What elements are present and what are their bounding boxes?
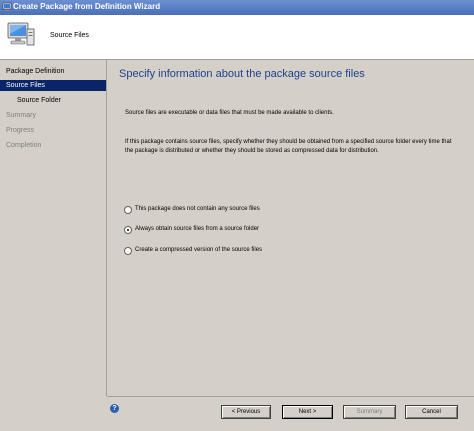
page-description: Source files are executable or data file… (125, 110, 334, 116)
wizard-window: Create Package from Definition Wizard So… (0, 0, 474, 431)
next-button[interactable]: Next > (282, 405, 333, 419)
page-description-detail: If this package contains source files, s… (125, 139, 452, 154)
cancel-button[interactable]: Cancel (405, 405, 458, 419)
previous-button[interactable]: < Previous (221, 405, 271, 419)
footer-divider (107, 396, 474, 397)
summary-button: Summary (343, 405, 396, 419)
nav-item-label: Source Files (6, 82, 45, 89)
radio-label: Create a compressed version of the sourc… (135, 247, 263, 253)
nav-item-label: Completion (6, 142, 42, 149)
header-title: Source Files (50, 32, 89, 39)
radio-button-unselected[interactable] (124, 206, 132, 214)
radio-label: Always obtain source files from a source… (135, 226, 260, 232)
nav-item-package-definition[interactable]: Package Definition (0, 66, 106, 77)
nav-item-source-folder[interactable]: Source Folder (0, 95, 106, 106)
help-icon[interactable]: ? (110, 404, 119, 413)
page-title: Specify information about the package so… (119, 68, 365, 80)
wizard-app-icon (2, 2, 12, 11)
nav-item-source-files[interactable]: Source Files (0, 80, 106, 91)
nav-item-label: Source Folder (17, 97, 61, 104)
nav-item-label: Package Definition (6, 68, 65, 75)
nav-item-progress: Progress (0, 125, 106, 136)
title-bar[interactable]: Create Package from Definition Wizard (0, 0, 474, 15)
wizard-content: Specify information about the package so… (107, 60, 474, 396)
radio-label: This package does not contain any source… (135, 206, 260, 212)
window-title: Create Package from Definition Wizard (13, 2, 161, 11)
wizard-header: Source Files (0, 15, 474, 60)
wizard-nav: Package Definition Source Files Source F… (0, 60, 107, 396)
radio-button-selected[interactable] (124, 226, 132, 234)
nav-item-label: Progress (6, 127, 35, 134)
nav-item-label: Summary (6, 112, 36, 119)
nav-item-summary: Summary (0, 110, 106, 121)
radio-button-unselected[interactable] (124, 247, 132, 255)
computer-icon (7, 22, 35, 46)
nav-item-completion: Completion (0, 140, 106, 151)
